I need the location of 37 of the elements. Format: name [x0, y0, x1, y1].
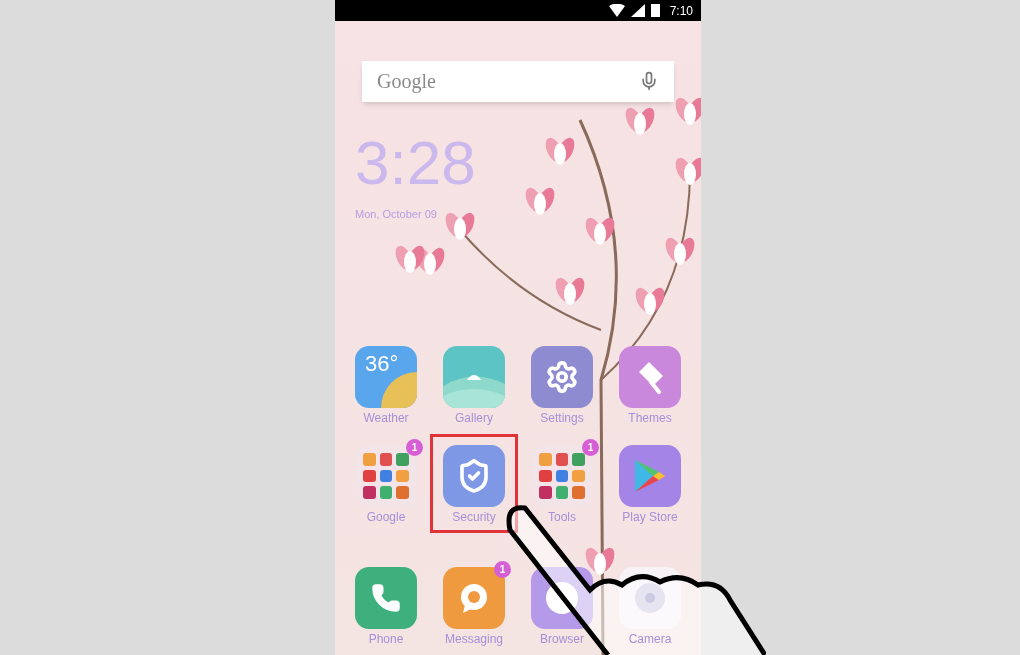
gallery-app-icon[interactable]	[443, 346, 505, 408]
notification-badge: 1	[494, 561, 511, 578]
phone-app-icon[interactable]	[355, 567, 417, 629]
app-label: Gallery	[455, 411, 493, 425]
sun-icon	[381, 372, 417, 408]
search-bar[interactable]: Google	[362, 61, 674, 102]
battery-icon	[650, 4, 660, 18]
app-label: Security	[452, 510, 496, 524]
camera-app-icon[interactable]	[619, 567, 681, 629]
app-label: Play Store	[622, 510, 678, 524]
app-label: Camera	[628, 632, 672, 646]
app-label: Messaging	[445, 632, 503, 646]
play-store-app-icon[interactable]	[619, 445, 681, 507]
app-label: Themes	[628, 411, 672, 425]
wifi-icon	[608, 4, 625, 18]
notification-badge: 1	[406, 439, 423, 456]
settings-app-icon[interactable]	[531, 346, 593, 408]
folder-icon[interactable]	[355, 445, 417, 507]
themes-app-icon[interactable]	[619, 346, 681, 408]
security-app-icon[interactable]	[443, 445, 505, 507]
notification-badge: 1	[582, 439, 599, 456]
signal-icon	[630, 4, 645, 18]
clock-date: Mon, October 09	[355, 206, 437, 222]
browser-app-icon[interactable]	[531, 567, 593, 629]
weather-app-icon[interactable]: 36°	[355, 346, 417, 408]
status-time: 7:10	[669, 2, 693, 20]
search-field[interactable]: Google	[377, 66, 639, 97]
app-label: Browser	[540, 632, 584, 646]
app-label: Weather	[363, 411, 409, 425]
folder-icon[interactable]	[531, 445, 593, 507]
app-label: Google	[366, 510, 406, 524]
microphone-icon[interactable]	[639, 71, 659, 92]
messaging-app-icon[interactable]	[443, 567, 505, 629]
temperature-text: 36°	[364, 350, 399, 375]
app-label: Phone	[368, 632, 404, 646]
app-label: Settings	[540, 411, 584, 425]
app-label: Tools	[548, 510, 576, 524]
